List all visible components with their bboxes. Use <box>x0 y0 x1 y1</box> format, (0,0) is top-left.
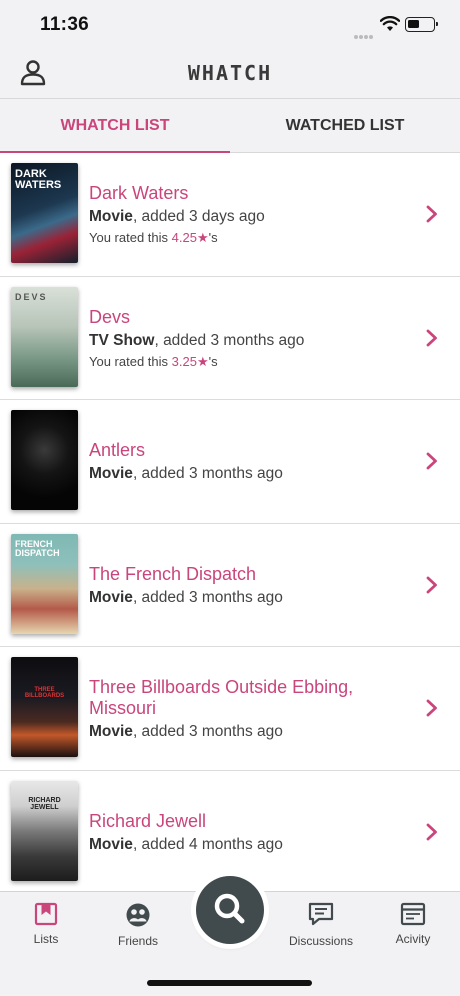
poster-image: RICHARD JEWELL <box>11 780 78 881</box>
list-item[interactable]: THREE BILLBOARDS Three Billboards Outsid… <box>0 647 460 771</box>
tab-lists[interactable]: Lists <box>0 902 92 946</box>
poster-image <box>11 410 78 510</box>
poster-image: DARK WATERS <box>11 163 78 263</box>
item-meta: TV Show, added 3 months ago <box>89 331 305 349</box>
chevron-right-icon <box>426 329 437 347</box>
tab-discussions[interactable]: Discussions <box>275 902 367 948</box>
home-indicator <box>147 980 312 986</box>
item-meta: Movie, added 3 months ago <box>89 465 283 482</box>
poster-image: DEVS <box>11 286 78 387</box>
item-rating: You rated this 3.25★'s <box>89 353 218 369</box>
signal-icon <box>354 26 376 39</box>
friends-icon <box>126 903 150 927</box>
item-meta: Movie, added 4 months ago <box>89 835 283 853</box>
wifi-icon <box>380 16 400 31</box>
list-tabs: WHATCH LIST WATCHED LIST <box>0 98 460 153</box>
poster-image: THREE BILLBOARDS <box>11 657 78 757</box>
list-item[interactable]: RICHARD JEWELL Richard Jewell Movie, add… <box>0 771 460 892</box>
app-logo: WHATCH <box>187 61 273 85</box>
chevron-right-icon <box>426 452 437 470</box>
tab-watched-list[interactable]: WATCHED LIST <box>230 99 460 153</box>
list-item[interactable]: Antlers Movie, added 3 months ago <box>0 400 460 524</box>
watch-list: DARK WATERS Dark Waters Movie, added 3 d… <box>0 153 460 891</box>
item-meta: Movie, added 3 months ago <box>89 588 283 606</box>
tab-friends[interactable]: Friends <box>92 902 184 948</box>
tab-whatch-list[interactable]: WHATCH LIST <box>0 99 230 153</box>
chevron-right-icon <box>426 823 437 841</box>
item-title: Dark Waters <box>89 183 189 203</box>
search-icon <box>214 893 245 924</box>
list-item[interactable]: FRENCH DISPATCH The French Dispatch Movi… <box>0 524 460 647</box>
chevron-right-icon <box>426 205 437 223</box>
item-title: Devs <box>89 306 131 327</box>
status-bar: 11:36 <box>0 0 460 48</box>
item-title: Three Billboards Outside Ebbing, Missour… <box>89 676 354 718</box>
activity-icon <box>400 902 426 926</box>
search-button[interactable] <box>196 876 264 944</box>
status-time: 11:36 <box>40 14 90 35</box>
item-title: Antlers <box>89 440 146 460</box>
battery-icon <box>405 17 438 32</box>
bookmark-icon <box>34 902 58 926</box>
item-meta: Movie, added 3 months ago <box>89 722 283 740</box>
chevron-right-icon <box>426 699 437 717</box>
item-rating: You rated this 4.25★'s <box>89 230 218 245</box>
item-meta: Movie, added 3 days ago <box>89 208 265 225</box>
tab-activity[interactable]: Acivity <box>367 902 459 946</box>
list-item[interactable]: DEVS Devs TV Show, added 3 months ago Yo… <box>0 277 460 400</box>
app-header: WHATCH <box>0 48 460 98</box>
discussions-icon <box>308 902 334 926</box>
item-title: Richard Jewell <box>89 810 207 831</box>
poster-image: FRENCH DISPATCH <box>11 533 78 634</box>
chevron-right-icon <box>426 576 437 594</box>
list-item[interactable]: DARK WATERS Dark Waters Movie, added 3 d… <box>0 153 460 277</box>
item-title: The French Dispatch <box>89 563 257 584</box>
